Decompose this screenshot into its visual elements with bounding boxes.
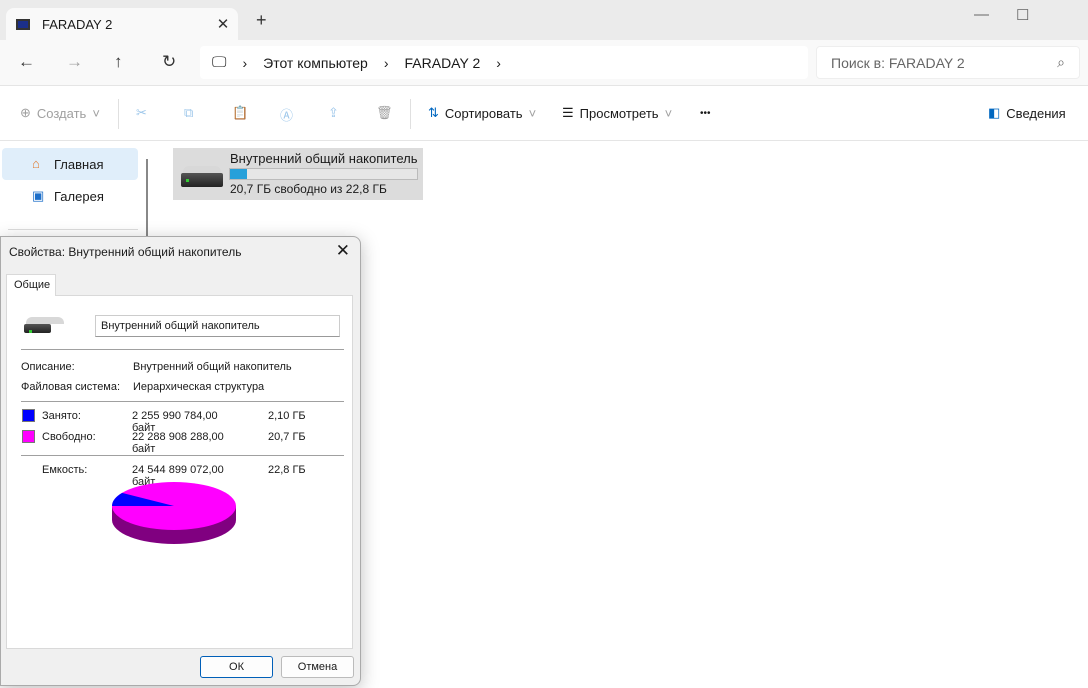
sort-icon: ⇅ (428, 105, 439, 120)
view-label: Просмотреть (579, 105, 659, 121)
refresh-button[interactable]: ↻ (162, 52, 176, 72)
gallery-icon: ▣ (32, 188, 45, 203)
dialog-title: Свойства: Внутренний общий накопитель (9, 245, 242, 259)
more-button[interactable]: ••• (700, 108, 711, 119)
free-color-swatch (22, 430, 35, 443)
ok-button[interactable]: ОК (200, 656, 273, 678)
breadcrumb-item[interactable]: FARADAY 2 (405, 55, 481, 71)
up-button[interactable]: ↑ (114, 52, 123, 72)
chevron-down-icon: ˅ (92, 105, 100, 121)
divider (21, 401, 344, 402)
drive-icon (24, 317, 64, 333)
drive-name-field[interactable]: Внутренний общий накопитель (95, 315, 340, 337)
details-button[interactable]: ◧ Сведения (988, 105, 1066, 121)
maximize-button[interactable]: ☐ (1016, 6, 1029, 24)
free-label: Свободно: (42, 431, 96, 443)
drive-icon (16, 18, 30, 30)
sort-label: Сортировать (444, 105, 523, 121)
sort-button[interactable]: ⇅ Сортировать ˅ (428, 105, 536, 121)
filesystem-value: Иерархическая структура (133, 381, 265, 393)
drive-usage-bar (229, 168, 418, 180)
home-icon: ⌂ (32, 156, 40, 171)
view-icon: ☰ (562, 105, 574, 120)
create-label: Создать (36, 105, 87, 121)
back-button[interactable]: ← (18, 52, 35, 72)
sidebar-item-label: Главная (54, 156, 104, 172)
chevron-right-icon[interactable]: › (496, 55, 501, 71)
capacity-label: Емкость: (42, 464, 88, 476)
chevron-down-icon: ˅ (664, 105, 673, 121)
drive-name: Внутренний общий накопитель (230, 151, 418, 166)
used-color-swatch (22, 409, 35, 422)
free-bytes: 22 288 908 288,00 байт (132, 431, 224, 455)
chevron-right-icon[interactable]: › (242, 55, 247, 71)
divider (410, 99, 411, 129)
create-button[interactable]: ⊕ Создать ˅ (20, 105, 100, 121)
chevron-right-icon[interactable]: › (384, 55, 389, 71)
filesystem-label: Файловая система: (21, 381, 121, 393)
address-bar[interactable]: 🖵 › Этот компьютер › FARADAY 2 › (200, 46, 808, 79)
title-bar: FARADAY 2 ✕ + — ☐ (0, 0, 1088, 40)
close-tab-icon[interactable]: ✕ (208, 15, 238, 33)
share-icon[interactable]: ⇪ (328, 105, 339, 121)
nav-bar: ← → ↑ ↻ 🖵 › Этот компьютер › FARADAY 2 ›… (0, 40, 1088, 86)
copy-icon[interactable]: ⧉ (184, 105, 193, 121)
minimize-button[interactable]: — (974, 6, 989, 23)
used-label: Занято: (42, 410, 81, 422)
sidebar-item-home[interactable]: ⌂ Главная (2, 148, 138, 180)
cut-icon[interactable]: ✂ (136, 105, 147, 121)
search-icon: ⌕ (1057, 54, 1065, 70)
drive-item[interactable]: Внутренний общий накопитель 20,7 ГБ своб… (173, 148, 423, 200)
general-panel: Внутренний общий накопитель Описание: Вн… (6, 295, 353, 649)
view-button[interactable]: ☰ Просмотреть ˅ (562, 105, 672, 121)
search-input[interactable]: Поиск в: FARADAY 2 ⌕ (816, 46, 1080, 79)
description-label: Описание: (21, 361, 75, 373)
search-placeholder: Поиск в: FARADAY 2 (831, 54, 965, 71)
sidebar-item-gallery[interactable]: ▣ Галерея (2, 180, 138, 212)
details-label: Сведения (1006, 105, 1066, 121)
tab-general[interactable]: Общие (6, 274, 56, 296)
tab-faraday[interactable]: FARADAY 2 ✕ (6, 8, 238, 40)
properties-dialog: Свойства: Внутренний общий накопитель ✕ … (0, 236, 361, 686)
drive-free-text: 20,7 ГБ свободно из 22,8 ГБ (230, 182, 387, 196)
divider (8, 229, 138, 230)
forward-button[interactable]: → (66, 52, 83, 72)
paste-icon[interactable]: 📋 (232, 105, 248, 121)
divider (21, 349, 344, 350)
chevron-down-icon: ˅ (528, 105, 537, 121)
sidebar-item-label: Галерея (54, 188, 104, 204)
usage-pie-chart (112, 482, 236, 544)
breadcrumb-item[interactable]: Этот компьютер (263, 55, 368, 71)
rename-icon[interactable]: Ⓐ (280, 105, 293, 124)
plus-circle-icon: ⊕ (20, 105, 31, 120)
new-tab-button[interactable]: + (256, 10, 267, 31)
computer-icon: 🖵 (212, 54, 227, 71)
description-value: Внутренний общий накопитель (133, 361, 292, 373)
free-size: 20,7 ГБ (268, 431, 306, 443)
capacity-size: 22,8 ГБ (268, 464, 306, 476)
divider (21, 455, 344, 456)
cancel-button[interactable]: Отмена (281, 656, 354, 678)
used-size: 2,10 ГБ (268, 410, 306, 422)
delete-icon[interactable]: 🗑 (376, 105, 393, 121)
close-icon[interactable]: ✕ (336, 241, 350, 261)
drive-icon (181, 166, 223, 187)
tab-title: FARADAY 2 (42, 16, 113, 32)
details-pane-icon: ◧ (988, 105, 1001, 120)
divider (118, 99, 119, 129)
drive-usage-fill (230, 169, 248, 179)
command-bar: ⊕ Создать ˅ ✂ ⧉ 📋 Ⓐ ⇪ 🗑 ⇅ Сортировать ˅ ☰ Про… (0, 87, 1088, 141)
